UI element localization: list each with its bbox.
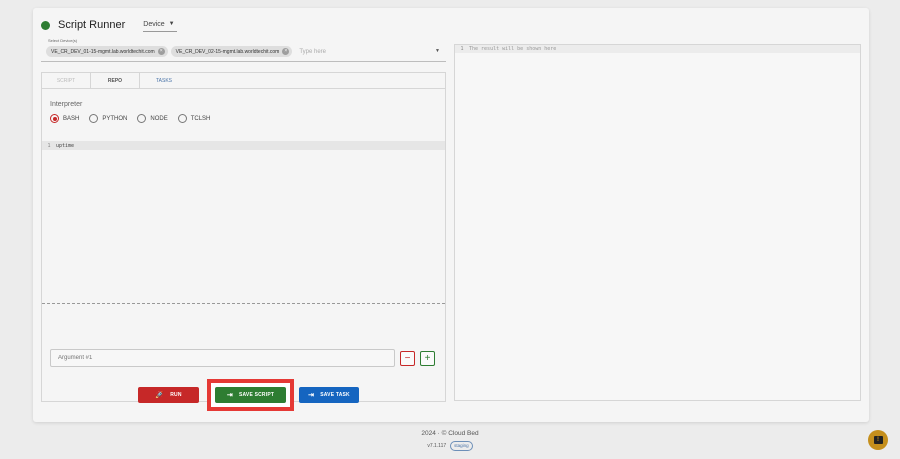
env-badge: staging xyxy=(450,441,473,451)
feedback-button[interactable]: ! xyxy=(868,430,888,450)
device-chip-label: VE_CR_DEV_02-15-mgmt.lab.worldtechit.com xyxy=(175,48,280,55)
run-button[interactable]: 🚀 RUN xyxy=(138,387,199,403)
copyright-text: 2024 · © Cloud Bed xyxy=(421,430,479,437)
feedback-icon: ! xyxy=(873,436,883,444)
tab-script[interactable]: SCRIPT xyxy=(42,73,91,88)
script-runner-card: Script Runner Device ▼ Select Device(s) … xyxy=(33,8,869,422)
device-mode-label: Device xyxy=(143,20,165,28)
argument-row: − + xyxy=(50,349,435,367)
interpreter-label: Interpreter xyxy=(50,101,83,108)
radio-label: NODE xyxy=(150,115,168,122)
rocket-icon: 🚀 xyxy=(155,391,165,399)
save-task-button-label: SAVE TASK xyxy=(320,392,350,398)
footer: 2024 · © Cloud Bed v7.1.117 staging xyxy=(0,430,900,451)
dropdown-arrow-icon[interactable]: ▼ xyxy=(435,48,440,54)
script-panel: Select Device(s) VE_CR_DEV_01-15-mgmt.la… xyxy=(41,38,446,411)
line-number: 1 xyxy=(460,46,464,52)
device-chip[interactable]: VE_CR_DEV_01-15-mgmt.lab.worldtechit.com… xyxy=(46,46,168,57)
code-line: 1 uptime xyxy=(42,141,445,150)
radio-unchecked-icon xyxy=(177,114,187,123)
save-icon: ⇥ xyxy=(308,391,315,399)
device-mode-select[interactable]: Device ▼ xyxy=(143,19,177,32)
code-text: uptime xyxy=(56,142,75,149)
run-button-label: RUN xyxy=(170,392,182,398)
radio-unchecked-icon xyxy=(137,114,147,123)
remove-chip-icon[interactable]: × xyxy=(282,48,290,55)
chevron-down-icon: ▼ xyxy=(168,21,175,27)
version-row: v7.1.117 staging xyxy=(0,441,900,451)
editor-resize-divider[interactable] xyxy=(42,303,445,304)
tab-bar: SCRIPT REPO TASKS xyxy=(42,73,445,89)
radio-label: BASH xyxy=(63,115,80,122)
radio-unchecked-icon xyxy=(89,114,99,123)
tab-tasks[interactable]: TASKS xyxy=(140,73,188,88)
radio-bash[interactable]: BASH xyxy=(50,114,79,123)
save-icon: ⇥ xyxy=(226,391,233,399)
tab-repo[interactable]: REPO xyxy=(91,73,140,88)
radio-python[interactable]: PYTHON xyxy=(89,114,127,123)
highlight-box: ⇥ SAVE SCRIPT xyxy=(207,379,294,411)
line-number: 1 xyxy=(47,142,51,149)
add-argument-button[interactable]: + xyxy=(420,350,435,366)
radio-checked-icon xyxy=(50,114,59,123)
action-buttons: 🚀 RUN ⇥ SAVE SCRIPT ⇥ SAVE TASK xyxy=(138,379,359,411)
page-title: Script Runner xyxy=(58,19,126,31)
device-chip[interactable]: VE_CR_DEV_02-15-mgmt.lab.worldtechit.com… xyxy=(170,46,293,57)
header: Script Runner Device ▼ xyxy=(41,14,177,36)
result-panel: 1 The result will be shown here xyxy=(454,44,861,401)
save-script-button-label: SAVE SCRIPT xyxy=(238,392,275,398)
remove-chip-icon[interactable]: × xyxy=(157,48,165,55)
radio-node[interactable]: NODE xyxy=(137,114,168,123)
device-chips: VE_CR_DEV_01-15-mgmt.lab.worldtechit.com… xyxy=(46,46,326,57)
device-search-input[interactable]: Type here xyxy=(299,49,326,55)
radio-label: PYTHON xyxy=(102,115,128,122)
device-field-label: Select Device(s) xyxy=(48,38,78,43)
device-multiselect[interactable]: Select Device(s) VE_CR_DEV_01-15-mgmt.la… xyxy=(41,38,446,62)
status-indicator xyxy=(41,20,50,30)
radio-tclsh[interactable]: TCLSH xyxy=(177,114,211,123)
device-chip-label: VE_CR_DEV_01-15-mgmt.lab.worldtechit.com xyxy=(51,48,155,55)
result-line: 1 The result will be shown here xyxy=(455,45,860,53)
interpreter-radio-group: BASH PYTHON NODE TCLSH xyxy=(50,114,220,123)
radio-label: TCLSH xyxy=(190,115,211,122)
script-tabs-container: SCRIPT REPO TASKS Interpreter BASH PYTHO… xyxy=(41,72,446,411)
save-script-button[interactable]: ⇥ SAVE SCRIPT xyxy=(215,387,286,403)
script-editor[interactable]: 1 uptime xyxy=(42,141,445,299)
version-text: v7.1.117 xyxy=(427,443,447,449)
argument-input[interactable] xyxy=(50,349,395,367)
result-placeholder: The result will be shown here xyxy=(469,46,557,52)
remove-argument-button[interactable]: − xyxy=(400,350,415,366)
save-task-button[interactable]: ⇥ SAVE TASK xyxy=(299,387,359,403)
